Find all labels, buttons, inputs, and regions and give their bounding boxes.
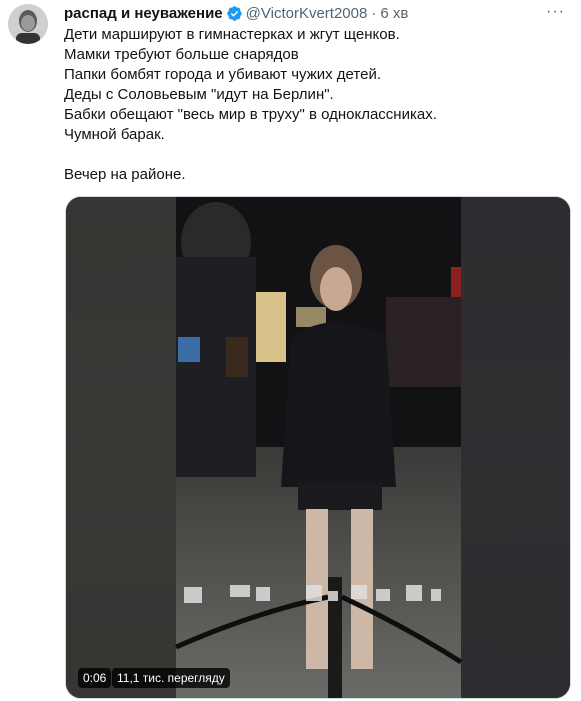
avatar[interactable] xyxy=(8,4,48,44)
tweet-text-line xyxy=(64,145,564,165)
tweet[interactable]: распад и неуважение @VictorKvert2008 · 6… xyxy=(0,0,581,701)
tweet-text-line: Вечер на районе. xyxy=(64,166,186,183)
tweet-text-line: Дети маршируют в гимнастерках и жгут щен… xyxy=(64,26,400,43)
video-duration-badge: 0:06 xyxy=(78,668,112,688)
more-options-icon[interactable]: ··· xyxy=(546,3,565,21)
tweet-text-line: Чумной барак. xyxy=(64,126,165,143)
tweet-timestamp[interactable]: 6 хв xyxy=(380,5,408,22)
tweet-text-line: Деды с Соловьевым "идут на Берлин". xyxy=(64,86,334,103)
author-name[interactable]: распад и неуважение xyxy=(64,5,223,22)
tweet-text: Дети маршируют в гимнастерках и жгут щен… xyxy=(64,25,564,185)
tweet-text-line: Папки бомбят города и убивают чужих дете… xyxy=(64,66,381,83)
tweet-header: распад и неуважение @VictorKvert2008 · 6… xyxy=(64,3,569,23)
video-player[interactable]: 0:06 11,1 тис. перегляду xyxy=(65,196,571,699)
video-frame xyxy=(66,197,570,698)
tweet-text-line: Мамки требуют больше снарядов xyxy=(64,46,299,63)
separator-dot: · xyxy=(371,4,377,22)
tweet-text-line: Бабки обещают "весь мир в труху" в однок… xyxy=(64,106,437,123)
avatar-image xyxy=(8,4,48,44)
author-handle[interactable]: @VictorKvert2008 xyxy=(246,5,368,22)
video-views-badge: 11,1 тис. перегляду xyxy=(112,668,230,688)
verified-badge-icon xyxy=(226,5,243,22)
